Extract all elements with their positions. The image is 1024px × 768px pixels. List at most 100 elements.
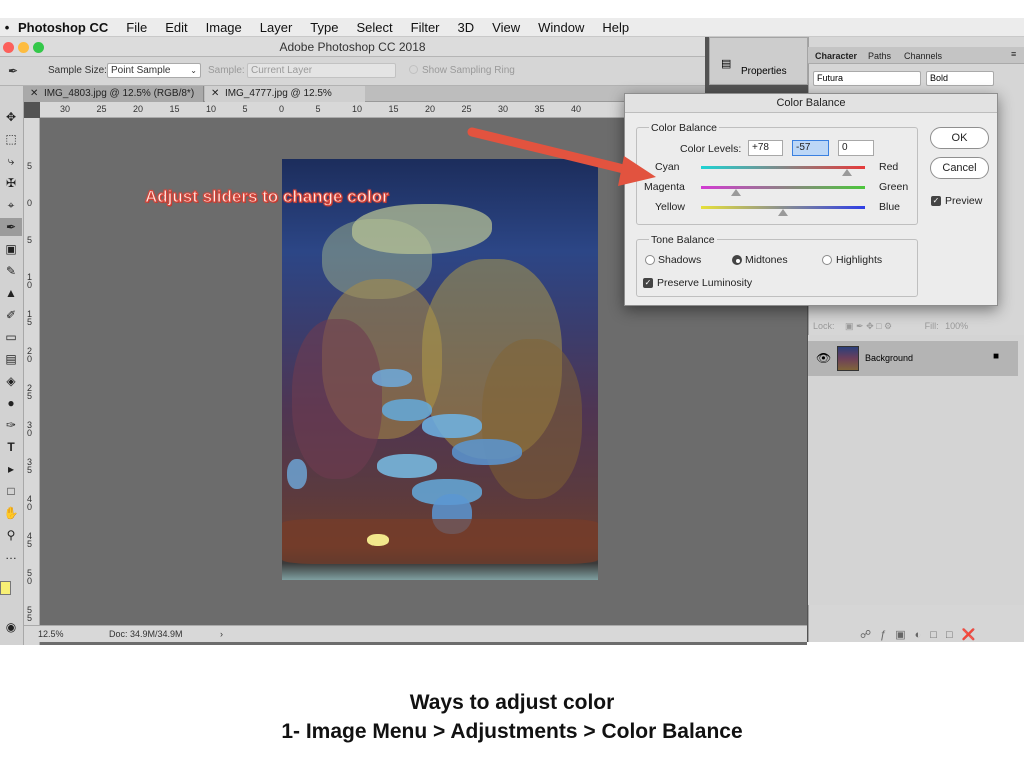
eyedropper-tool-icon[interactable]: ✒	[0, 218, 22, 236]
preserve-luminosity-checkbox[interactable]: ✓	[643, 278, 653, 288]
apple-icon[interactable]: •	[0, 20, 14, 35]
layer-action-icons[interactable]: ☍ƒ▣◐□□❌	[860, 628, 984, 641]
tab-paths[interactable]: Paths	[868, 51, 891, 61]
menu-layer[interactable]: Layer	[260, 20, 293, 35]
show-ring-label: Show Sampling Ring	[422, 65, 515, 76]
menu-filter[interactable]: Filter	[411, 20, 440, 35]
blur-tool-icon[interactable]: ◈	[0, 372, 22, 390]
tab-character[interactable]: Character	[815, 51, 857, 61]
sample-select[interactable]: Current Layer	[247, 63, 396, 78]
color-slider-thumb[interactable]	[778, 209, 788, 216]
move-tool-icon[interactable]: ✥	[0, 108, 22, 126]
sample-label: Sample:	[208, 65, 245, 76]
vertical-ruler: 5 0 5 1 0 1 5 2 0 2 5 3 0 3 5 4 0 4 5 5 0 5 5	[24, 118, 40, 645]
zoom-level[interactable]: 12.5%	[38, 629, 64, 639]
shadows-radio[interactable]	[645, 255, 655, 265]
ruler-tick-label: 4 5	[27, 531, 33, 549]
history-brush-icon[interactable]: ✐	[0, 306, 22, 324]
mac-menu-bar: • Photoshop CC File Edit Image Layer Typ…	[0, 18, 1024, 37]
color-slider-track[interactable]	[701, 186, 865, 189]
dodge-tool-icon[interactable]: ●	[0, 394, 22, 412]
tab-img-4777[interactable]: ✕ IMG_4777.jpg @ 12.5% (RGB/8)	[205, 86, 365, 115]
menu-image[interactable]: Image	[206, 20, 242, 35]
path-select-icon[interactable]: ▸	[0, 460, 22, 478]
level-yellow-blue-input[interactable]: 0	[838, 140, 874, 156]
document-image[interactable]	[282, 159, 598, 580]
ruler-tick-label: 5 0	[27, 568, 33, 586]
ruler-tick-label: 25	[461, 104, 472, 114]
gradient-tool-icon[interactable]: ▤	[0, 350, 22, 368]
panel-menu-icon[interactable]: ≡	[1011, 49, 1016, 59]
crop-tool-icon[interactable]: ⌖	[0, 196, 22, 214]
caption-line-2: 1- Image Menu > Adjustments > Color Bala…	[281, 720, 743, 743]
horizontal-ruler: 30 25 20 15 10 5 0 5 10 15 20 25 30 35 40	[40, 102, 625, 118]
font-style-select[interactable]: Bold	[926, 71, 994, 86]
quick-mask-icon[interactable]: ◉	[0, 618, 22, 636]
cancel-button[interactable]: Cancel	[930, 157, 989, 179]
properties-panel[interactable]: ▤ Properties	[709, 37, 808, 85]
ruler-tick-label: 2 0	[27, 346, 33, 364]
visibility-eye-icon[interactable]: 👁	[816, 351, 831, 365]
tab-img-4803[interactable]: ✕ IMG_4803.jpg @ 12.5% (RGB/8*)	[24, 86, 204, 102]
menu-select[interactable]: Select	[356, 20, 392, 35]
lasso-tool-icon[interactable]: ⤷	[0, 152, 22, 170]
stamp-tool-icon[interactable]: ▲	[0, 284, 22, 302]
menu-3d[interactable]: 3D	[458, 20, 475, 35]
highlights-radio[interactable]	[822, 255, 832, 265]
character-panel-tabs: Character Paths Channels ≡	[808, 47, 1024, 64]
eraser-tool-icon[interactable]: ▭	[0, 328, 22, 346]
ruler-tick-label: 15	[169, 104, 180, 114]
quick-select-icon[interactable]: ✠	[0, 174, 22, 192]
ruler-tick-label: 0	[279, 104, 285, 114]
ok-button[interactable]: OK	[930, 127, 989, 149]
layer-name[interactable]: Background	[865, 353, 913, 363]
font-style-value: Bold	[930, 73, 949, 83]
color-balance-dialog: Color Balance Color Balance Color Levels…	[624, 93, 998, 306]
show-ring-checkbox[interactable]	[409, 65, 418, 74]
preview-checkbox[interactable]: ✓	[931, 196, 941, 206]
type-tool-icon[interactable]: T	[0, 438, 22, 456]
status-arrow-icon[interactable]: ›	[220, 629, 223, 639]
rectangle-tool-icon[interactable]: □	[0, 482, 22, 500]
zoom-tool-icon[interactable]: ⚲	[0, 526, 22, 544]
lock-icons[interactable]: ▣ ✒ ✥ □ ⚙	[845, 321, 892, 331]
eyedropper-icon[interactable]: ✒	[8, 64, 18, 78]
menu-help[interactable]: Help	[602, 20, 629, 35]
menu-file[interactable]: File	[126, 20, 147, 35]
title-bar: Adobe Photoshop CC 2018	[0, 37, 705, 57]
hand-tool-icon[interactable]: ✋	[0, 504, 22, 522]
tab-channels[interactable]: Channels	[904, 51, 942, 61]
more-tools-icon[interactable]: …	[0, 546, 22, 564]
caption-line-1: Ways to adjust color	[409, 691, 615, 714]
ruler-tick-label: 10	[206, 104, 217, 114]
color-slider-track[interactable]	[701, 166, 865, 169]
foreground-color-swatch[interactable]	[0, 581, 11, 595]
font-family-value: Futura	[817, 73, 844, 83]
color-slider-thumb[interactable]	[731, 189, 742, 196]
sample-size-select[interactable]: Point Sample ⌄	[107, 63, 201, 78]
slider-right-label: Blue	[879, 201, 901, 213]
healing-tool-icon[interactable]: ▣	[0, 240, 22, 258]
level-magenta-green-input[interactable]: -57	[792, 140, 829, 156]
midtones-radio[interactable]	[732, 255, 742, 265]
pen-tool-icon[interactable]: ✑	[0, 416, 22, 434]
preserve-luminosity-label: Preserve Luminosity	[657, 277, 753, 289]
annotation-arrow	[467, 127, 656, 186]
layer-row[interactable]: 👁 Background ■	[808, 341, 1018, 376]
options-bar: ✒ Sample Size: Point Sample ⌄ Sample: Cur…	[0, 57, 705, 86]
app-name-menu[interactable]: Photoshop CC	[18, 20, 108, 35]
menu-edit[interactable]: Edit	[165, 20, 187, 35]
menu-window[interactable]: Window	[538, 20, 584, 35]
menu-type[interactable]: Type	[310, 20, 338, 35]
slide-caption: Ways to adjust color 1- Image Menu > Adj…	[0, 688, 1024, 746]
level-cyan-red-input[interactable]: +78	[748, 140, 783, 156]
properties-icon: ▤	[721, 58, 732, 70]
slider-right-label: Red	[879, 161, 899, 173]
properties-label: Properties	[741, 66, 787, 77]
font-family-select[interactable]: Futura	[813, 71, 921, 86]
fill-value[interactable]: 100%	[945, 321, 968, 331]
color-slider-thumb[interactable]	[841, 169, 852, 176]
marquee-tool-icon[interactable]: ⬚	[0, 130, 22, 148]
brush-tool-icon[interactable]: ✎	[0, 262, 22, 280]
menu-view[interactable]: View	[492, 20, 520, 35]
